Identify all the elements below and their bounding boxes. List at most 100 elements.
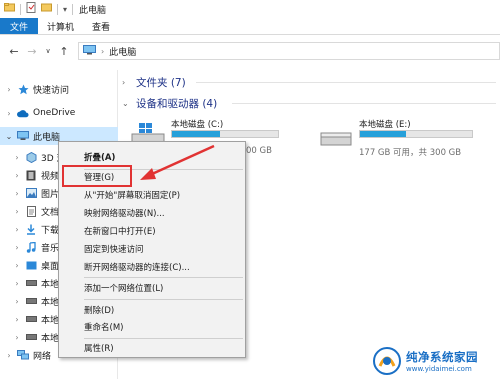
nav-label: 快速访问 bbox=[33, 85, 70, 96]
nav-label: OneDrive bbox=[33, 108, 76, 118]
tab-computer[interactable]: 计算机 bbox=[38, 18, 83, 34]
window-icon bbox=[4, 3, 15, 15]
drive-icon bbox=[25, 296, 37, 307]
divider bbox=[196, 82, 496, 83]
chevron-right-icon[interactable]: › bbox=[12, 171, 22, 180]
tab-view[interactable]: 查看 bbox=[83, 18, 119, 34]
chevron-down-icon[interactable]: ⌄ bbox=[122, 99, 132, 108]
computer-icon bbox=[17, 131, 29, 142]
chevron-right-icon[interactable]: › bbox=[4, 109, 14, 118]
drive-info: 00 GB bbox=[246, 146, 272, 156]
quick-access-toolbar: ▾ bbox=[0, 0, 74, 18]
customize-toolbar-icon[interactable]: ▾ bbox=[63, 5, 67, 14]
group-header-folders[interactable]: › 文件夹 (7) bbox=[122, 75, 186, 90]
document-icon bbox=[25, 205, 37, 217]
nav-label: 本地 bbox=[41, 315, 60, 326]
nav-label: 本地 bbox=[41, 333, 60, 344]
network-icon bbox=[17, 350, 29, 361]
chevron-right-icon[interactable]: › bbox=[12, 297, 22, 306]
nav-label: 网络 bbox=[33, 351, 52, 362]
drive-usage-bar bbox=[171, 130, 279, 138]
nav-label: 下载 bbox=[41, 225, 60, 236]
drive-icon bbox=[25, 278, 37, 289]
picture-icon bbox=[25, 188, 37, 199]
menu-item-map-network-drive[interactable]: 映射网络驱动器(N)... bbox=[84, 205, 165, 221]
separator bbox=[57, 3, 58, 15]
menu-separator bbox=[84, 338, 243, 339]
nav-label: 本地 bbox=[41, 279, 60, 290]
music-note-icon bbox=[25, 241, 37, 253]
title-bar: ▾ 此电脑 bbox=[0, 0, 500, 18]
chevron-right-icon[interactable]: › bbox=[12, 243, 22, 252]
address-row: ← → ∨ ↑ › 此电脑 bbox=[0, 35, 500, 67]
chevron-right-icon[interactable]: › bbox=[4, 351, 14, 360]
menu-item-rename[interactable]: 重命名(M) bbox=[84, 319, 123, 335]
chevron-right-icon[interactable]: › bbox=[12, 153, 22, 162]
menu-separator bbox=[84, 277, 243, 278]
drive-icon bbox=[25, 332, 37, 343]
watermark: 纯净系统家园 www.yidaimei.com bbox=[372, 343, 500, 379]
drive-usage-bar bbox=[359, 130, 473, 138]
group-header-drives[interactable]: ⌄ 设备和驱动器 (4) bbox=[122, 96, 217, 111]
menu-item-add-network-location[interactable]: 添加一个网络位置(L) bbox=[84, 280, 163, 296]
download-icon bbox=[25, 224, 37, 235]
chevron-right-icon[interactable]: › bbox=[12, 315, 22, 324]
properties-icon[interactable] bbox=[26, 2, 36, 16]
forward-arrow-icon[interactable]: → bbox=[24, 43, 40, 59]
menu-item-open-new-window[interactable]: 在新窗口中打开(E) bbox=[84, 223, 156, 239]
drive-icon bbox=[25, 314, 37, 325]
chevron-right-icon[interactable]: › bbox=[12, 261, 22, 270]
computer-icon bbox=[83, 44, 96, 58]
back-arrow-icon[interactable]: ← bbox=[6, 43, 22, 59]
group-header-label: 设备和驱动器 (4) bbox=[136, 98, 218, 110]
separator bbox=[20, 3, 21, 15]
nav-label: 此电脑 bbox=[33, 132, 61, 143]
up-arrow-icon[interactable]: ↑ bbox=[56, 43, 72, 59]
menu-item-unpin-start[interactable]: 从"开始"屏幕取消固定(P) bbox=[84, 187, 180, 203]
breadcrumb[interactable]: 此电脑 bbox=[109, 45, 136, 58]
separator bbox=[72, 3, 74, 15]
highlight-box bbox=[62, 165, 132, 187]
film-icon bbox=[25, 170, 37, 181]
nav-label: 图片 bbox=[41, 189, 60, 200]
menu-separator bbox=[84, 299, 243, 300]
chevron-down-icon[interactable]: ⌄ bbox=[4, 132, 14, 141]
tab-file[interactable]: 文件 bbox=[0, 18, 39, 34]
watermark-logo-icon bbox=[373, 347, 401, 375]
chevron-right-icon[interactable]: › bbox=[12, 207, 22, 216]
menu-item-collapse[interactable]: 折叠(A) bbox=[84, 149, 115, 165]
chevron-right-icon[interactable]: › bbox=[12, 279, 22, 288]
menu-item-pin-quick-access[interactable]: 固定到快速访问 bbox=[84, 241, 144, 257]
chevron-right-icon[interactable]: › bbox=[12, 225, 22, 234]
menu-item-properties[interactable]: 属性(R) bbox=[84, 340, 114, 356]
nav-item-onedrive[interactable]: › OneDrive bbox=[0, 104, 118, 122]
drive-info: 177 GB 可用，共 300 GB bbox=[359, 148, 462, 158]
chevron-right-icon[interactable]: › bbox=[12, 189, 22, 198]
address-bar[interactable]: › 此电脑 bbox=[78, 42, 500, 60]
new-folder-icon[interactable] bbox=[41, 3, 52, 15]
nav-label: 视频 bbox=[41, 171, 60, 182]
window-title: 此电脑 bbox=[79, 5, 107, 16]
chevron-right-icon[interactable]: › bbox=[12, 333, 22, 342]
cube-icon bbox=[25, 151, 37, 163]
drive-usage-fill bbox=[360, 131, 406, 137]
nav-label: 文档 bbox=[41, 207, 60, 218]
menu-item-disconnect-network-drive[interactable]: 断开网络驱动器的连接(C)... bbox=[84, 259, 190, 275]
desktop-icon bbox=[25, 260, 37, 271]
recent-locations-chevron-icon[interactable]: ∨ bbox=[40, 43, 56, 59]
chevron-right-icon[interactable]: › bbox=[122, 78, 132, 87]
cloud-icon bbox=[17, 108, 29, 119]
breadcrumb-chevron-icon: › bbox=[101, 46, 105, 56]
nav-label: 桌面 bbox=[41, 261, 60, 272]
nav-item-quick-access[interactable]: › 快速访问 bbox=[0, 80, 118, 98]
drive-name: 本地磁盘 (C:) bbox=[171, 120, 224, 130]
watermark-name: 纯净系统家园 bbox=[406, 350, 478, 364]
ribbon-tabs: 文件 计算机 查看 bbox=[0, 18, 500, 35]
nav-label: 本地 bbox=[41, 297, 60, 308]
star-icon bbox=[17, 84, 29, 95]
nav-label: 音乐 bbox=[41, 243, 60, 254]
menu-item-delete[interactable]: 删除(D) bbox=[84, 302, 114, 318]
watermark-url: www.yidaimei.com bbox=[406, 365, 472, 373]
chevron-right-icon[interactable]: › bbox=[4, 85, 14, 94]
drive-icon bbox=[320, 132, 352, 149]
